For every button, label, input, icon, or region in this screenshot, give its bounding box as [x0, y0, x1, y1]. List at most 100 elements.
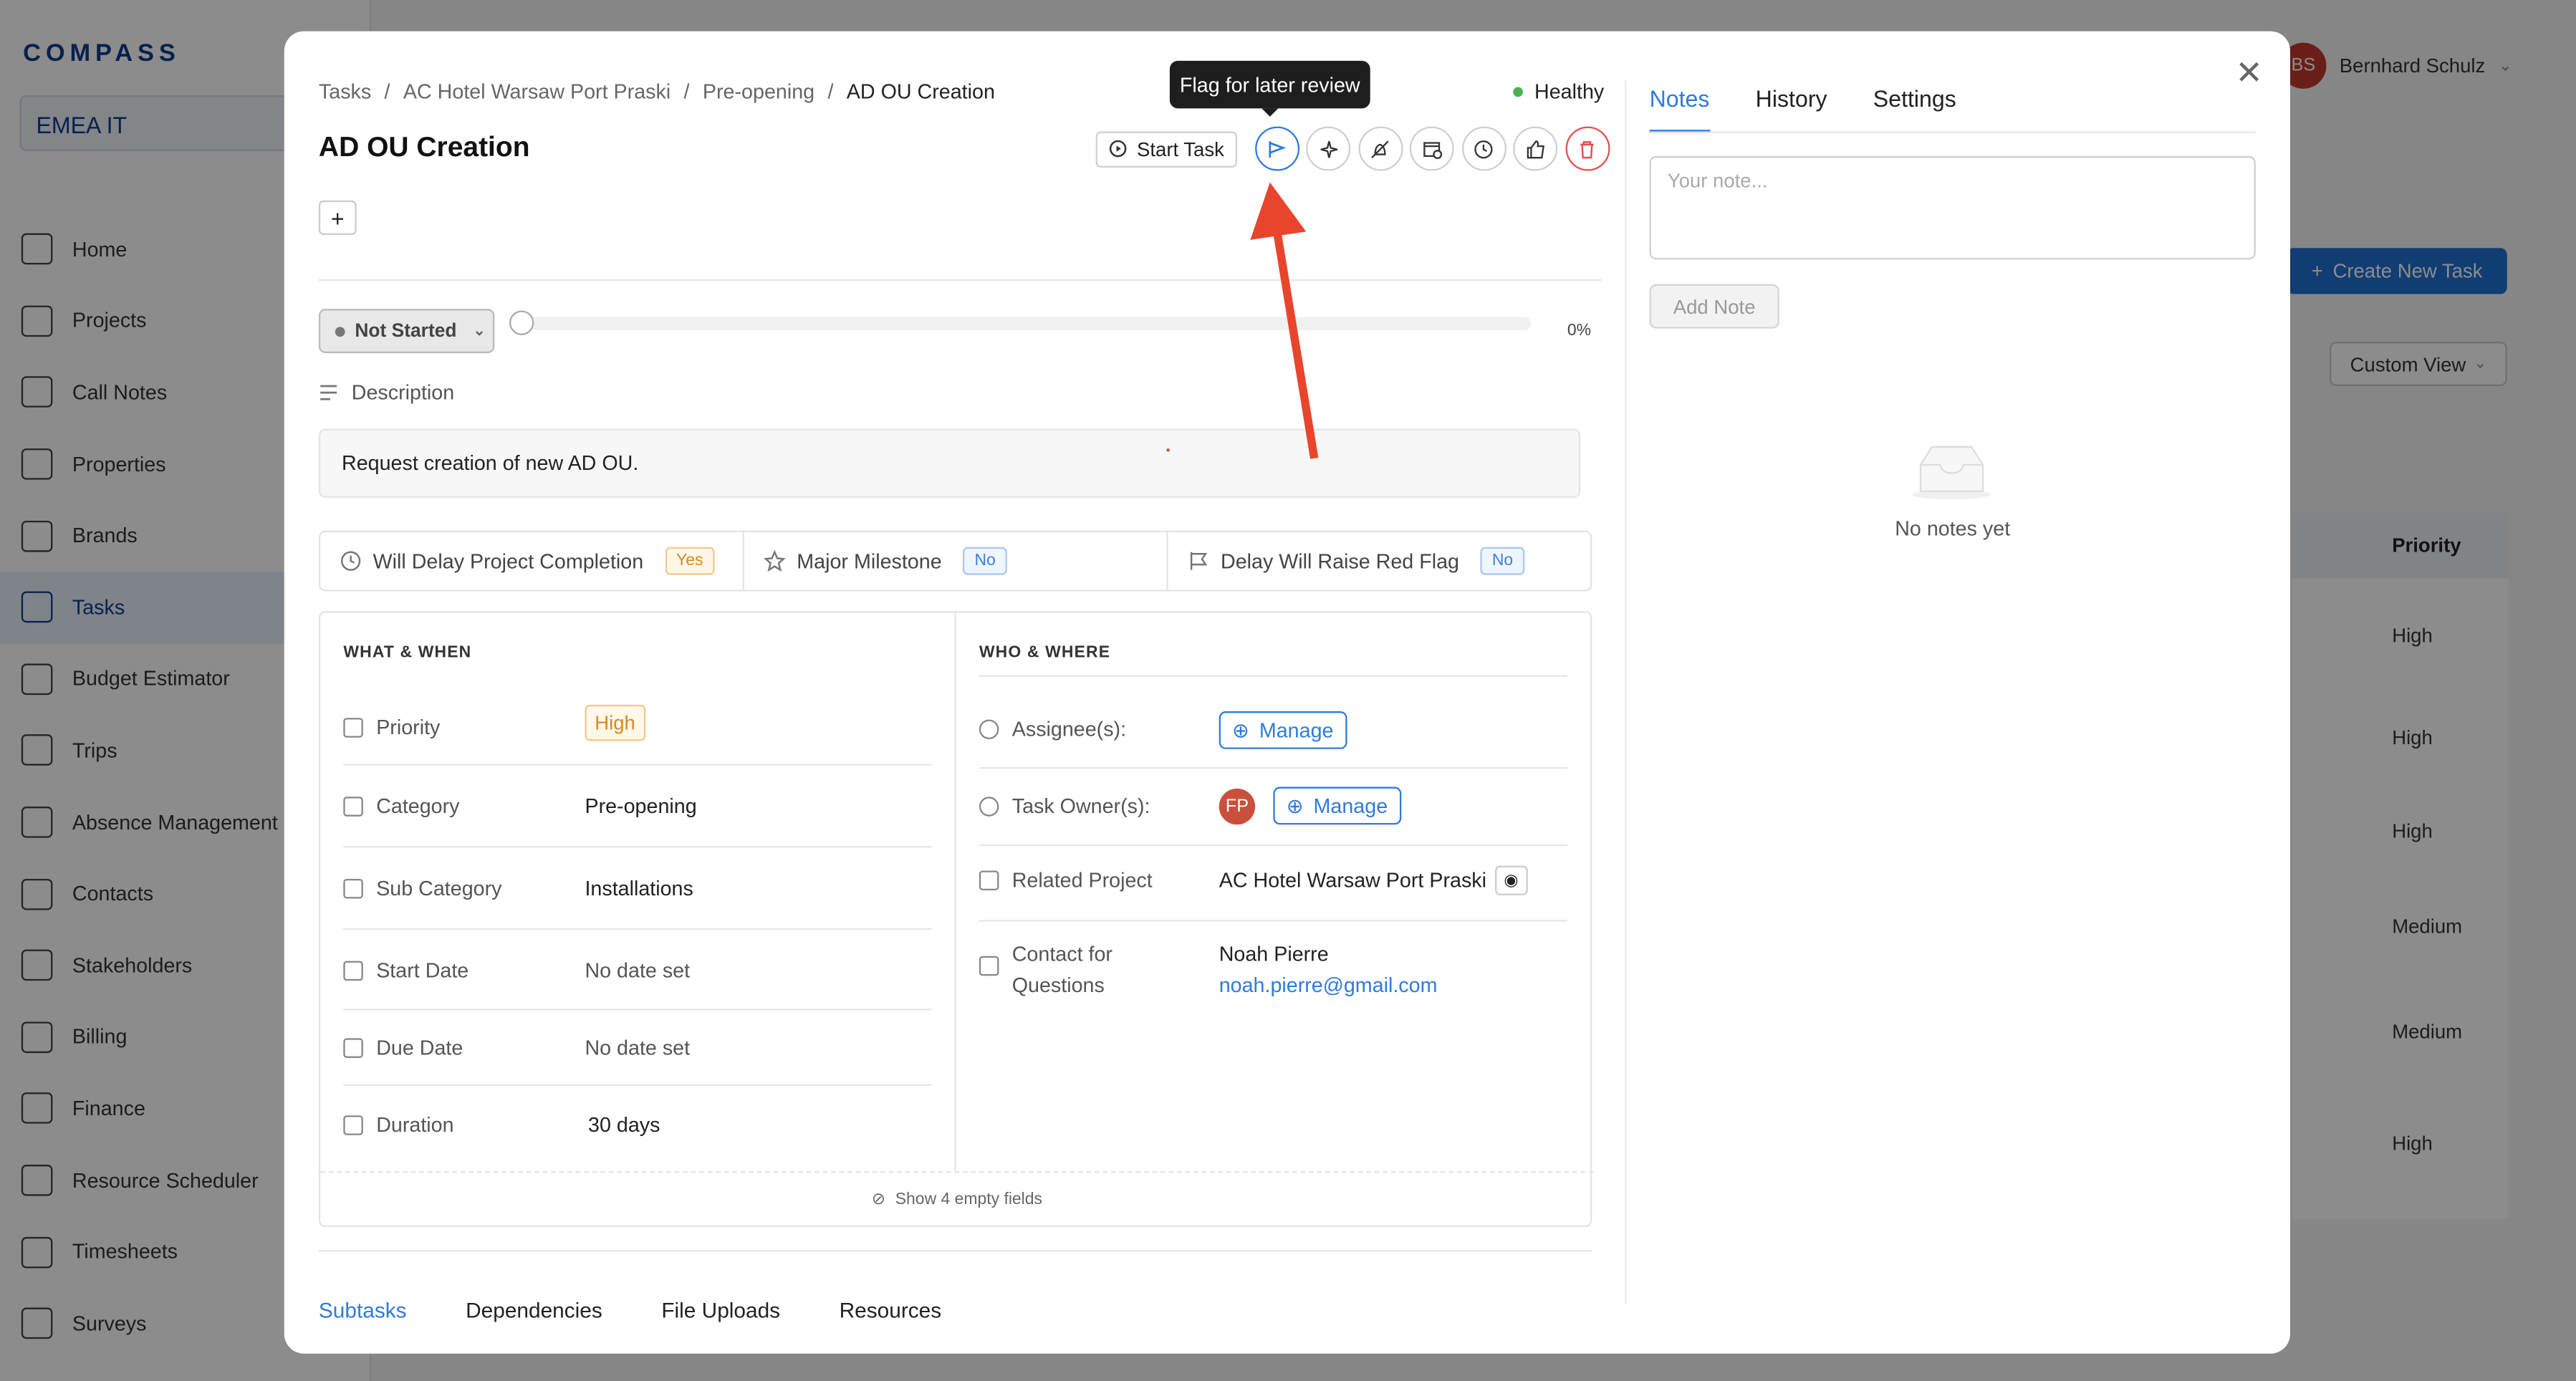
note-input[interactable]: Your note...	[1649, 155, 2256, 260]
divider	[343, 846, 932, 848]
breadcrumb-separator: /	[683, 80, 690, 104]
breadcrumb-category[interactable]: Pre-opening	[703, 80, 814, 103]
tab-dependencies[interactable]: Dependencies	[466, 1298, 602, 1324]
status-badge[interactable]: Yes	[665, 547, 715, 575]
play-circle-icon	[1109, 140, 1127, 158]
breadcrumb-tasks[interactable]: Tasks	[319, 80, 371, 103]
show-empty-fields-button[interactable]: ⊘ Show 4 empty fields	[320, 1171, 1594, 1227]
sparkle-button[interactable]	[1306, 126, 1351, 171]
owner-label: Task Owner(s):	[979, 795, 1150, 818]
status-badge[interactable]: No	[1480, 547, 1525, 575]
priority-value[interactable]: High	[585, 704, 645, 741]
text-lines-icon	[320, 385, 337, 400]
eye-icon[interactable]: ◉	[1494, 865, 1528, 895]
manage-label: Manage	[1313, 794, 1388, 817]
empty-state-text: No notes yet	[1895, 517, 2011, 541]
add-button[interactable]: +	[318, 200, 357, 235]
divider	[343, 1009, 932, 1011]
start-date-label: Start Date	[343, 959, 468, 982]
user-icon	[979, 719, 999, 740]
description-field[interactable]: Request creation of new AD OU.	[318, 428, 1581, 498]
description-heading: Description	[319, 381, 454, 404]
user-icon	[979, 797, 999, 817]
calendar-icon	[343, 1038, 363, 1058]
schedule-button[interactable]	[1410, 126, 1454, 171]
manage-owners-button[interactable]: ⊕ Manage	[1273, 786, 1401, 825]
subcategory-value[interactable]: Installations	[585, 877, 693, 900]
contact-card-icon	[979, 956, 999, 976]
tab-resources[interactable]: Resources	[840, 1298, 942, 1324]
progress-handle[interactable]	[509, 310, 534, 335]
project-value: AC Hotel Warsaw Port Praski ◉	[1219, 865, 1528, 895]
sparkle-icon	[1320, 140, 1337, 158]
divider	[343, 1084, 932, 1086]
start-task-button[interactable]: Start Task	[1095, 130, 1238, 167]
due-date-value[interactable]: No date set	[585, 1036, 690, 1059]
chevron-down-icon: ⌄	[473, 322, 486, 339]
close-icon[interactable]: ✕	[2233, 57, 2266, 90]
add-note-button[interactable]: Add Note	[1649, 284, 1779, 329]
divider	[318, 279, 1602, 282]
health-label: Healthy	[1534, 80, 1605, 104]
start-date-value[interactable]: No date set	[585, 959, 690, 982]
flag-label: Major Milestone	[797, 549, 942, 573]
breadcrumb-project[interactable]: AC Hotel Warsaw Port Praski	[403, 80, 671, 103]
divider	[343, 928, 932, 930]
divider	[979, 675, 1567, 677]
field-label: Contact for Questions	[1012, 940, 1112, 1002]
divider	[979, 844, 1567, 847]
health-status: Healthy	[1513, 80, 1604, 103]
who-where-section: WHO & WHERE Assignee(s): ⊕ Manage Task Ow…	[956, 612, 1592, 1171]
field-label: Sub Category	[376, 877, 502, 900]
clock-icon	[340, 551, 361, 571]
field-label: Priority	[376, 716, 441, 740]
duration-value[interactable]: 30 days	[588, 1114, 660, 1137]
flag-review-button[interactable]	[1254, 126, 1299, 171]
field-label: Start Date	[376, 959, 469, 983]
history-button[interactable]	[1461, 126, 1506, 171]
tab-file-uploads[interactable]: File Uploads	[661, 1298, 780, 1324]
tooltip: Flag for later review	[1169, 60, 1370, 117]
plus-icon: +	[330, 204, 345, 231]
project-label: Related Project	[979, 869, 1153, 892]
status-dropdown[interactable]: Not Started ⌄	[318, 309, 495, 354]
contact-value: Noah Pierre noah.pierre@gmail.com	[1219, 940, 1438, 1002]
breadcrumb: Tasks / AC Hotel Warsaw Port Praski / Pre-…	[319, 80, 995, 103]
flag-delay-completion: Will Delay Project Completion Yes	[320, 532, 744, 590]
contact-label-line: Questions	[1011, 973, 1105, 998]
page-title: AD OU Creation	[318, 131, 530, 163]
flag-red-flag: Delay Will Raise Red Flag No	[1168, 532, 1590, 590]
priority-badge: High	[585, 704, 645, 741]
flag-icon	[343, 718, 363, 738]
project-name[interactable]: AC Hotel Warsaw Port Praski	[1219, 869, 1486, 892]
tab-subtasks[interactable]: Subtasks	[319, 1298, 407, 1324]
eye-off-icon: ⊘	[871, 1190, 885, 1209]
empty-inbox-icon	[1912, 446, 1991, 500]
tab-history[interactable]: History	[1756, 85, 1827, 133]
field-label: Assignee(s):	[1011, 718, 1127, 741]
flag-icon	[1190, 552, 1208, 570]
progress-slider[interactable]	[509, 310, 1532, 335]
contact-email-link[interactable]: noah.pierre@gmail.com	[1219, 971, 1438, 1002]
health-dot-icon	[1513, 87, 1523, 97]
category-value[interactable]: Pre-opening	[585, 795, 696, 818]
delete-button[interactable]	[1565, 126, 1610, 171]
flag-label: Will Delay Project Completion	[373, 549, 644, 573]
divider	[343, 764, 932, 766]
start-task-label: Start Task	[1137, 137, 1224, 160]
clock-icon	[1474, 139, 1493, 158]
star-icon	[764, 550, 786, 572]
mute-button[interactable]	[1357, 126, 1403, 171]
avatar[interactable]: FP	[1219, 787, 1256, 824]
manage-assignees-button[interactable]: ⊕ Manage	[1219, 711, 1347, 749]
field-label: Task Owner(s):	[1011, 795, 1150, 819]
divider	[979, 920, 1567, 922]
task-details: WHAT & WHEN Priority High Category Pre-o…	[318, 611, 1594, 1228]
assignee-value: ⊕ Manage	[1219, 711, 1347, 749]
tab-notes[interactable]: Notes	[1649, 85, 1710, 133]
status-badge[interactable]: No	[963, 547, 1007, 575]
field-label: Duration	[376, 1113, 454, 1137]
tab-settings[interactable]: Settings	[1873, 85, 1956, 133]
approve-button[interactable]	[1513, 126, 1558, 171]
task-flags: Will Delay Project Completion Yes Major …	[318, 530, 1592, 592]
